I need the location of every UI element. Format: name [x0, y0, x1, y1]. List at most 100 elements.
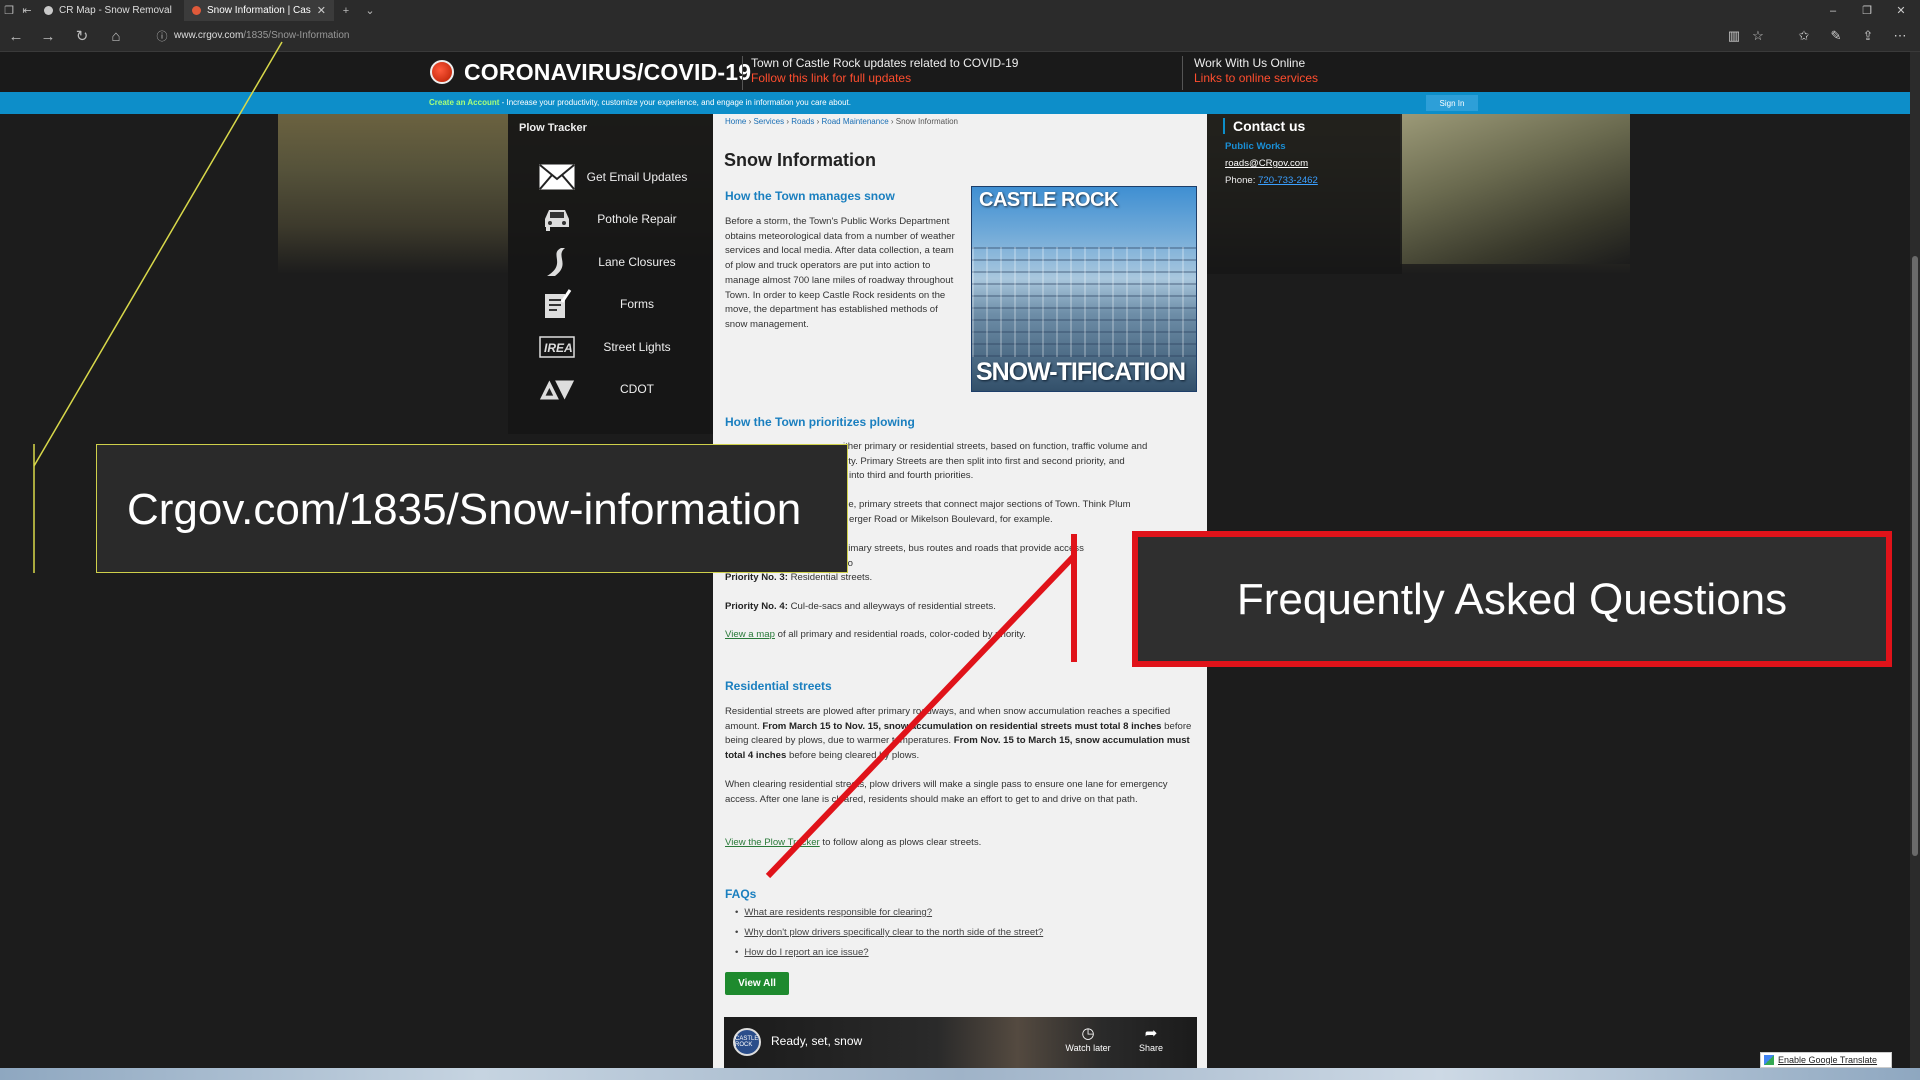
left-nav-item-pothole-repair[interactable]: Pothole Repair: [538, 202, 698, 236]
faq-item: • How do I report an ice issue?: [735, 947, 869, 958]
video-title[interactable]: Ready, set, snow: [771, 1034, 862, 1048]
prioritize-line: erger Road or Mikelson Boulevard, for ex…: [849, 513, 1053, 525]
channel-logo-icon[interactable]: CASTLE ROCK: [733, 1028, 761, 1056]
breadcrumb-roads[interactable]: Roads: [791, 117, 814, 126]
tab-actions-icon[interactable]: ❐: [0, 0, 18, 21]
prioritize-line: into third and fourth priorities.: [849, 470, 974, 482]
back-icon[interactable]: ←: [4, 25, 28, 47]
google-translate-button[interactable]: Enable Google Translate: [1760, 1052, 1892, 1068]
breadcrumb-current: Snow Information: [895, 117, 959, 126]
more-menu-icon[interactable]: ⋯: [1890, 27, 1910, 45]
tab-list-chevron-icon[interactable]: ⌄: [358, 0, 382, 21]
left-nav-panel: Plow Tracker Get Email Updates Pothole R…: [508, 114, 713, 434]
image-title-bottom: SNOW-TIFICATION: [976, 358, 1186, 386]
breadcrumb-services[interactable]: Services: [753, 117, 784, 126]
priority-3-label: Priority No. 3:: [725, 572, 788, 583]
snow-tification-image[interactable]: CASTLE ROCK SNOW-TIFICATION: [971, 186, 1197, 392]
address-bar[interactable]: www.crgov.com/1835/Snow-Information: [174, 30, 349, 41]
svg-text:IREA: IREA: [544, 341, 573, 355]
alert-dot-icon: [430, 60, 454, 84]
contact-phone: Phone: 720-733-2462: [1225, 175, 1318, 186]
breadcrumb: Home › Services › Roads › Road Maintenan…: [725, 117, 959, 126]
breadcrumb-home[interactable]: Home: [725, 117, 746, 126]
faq-callout-text: Frequently Asked Questions: [1236, 575, 1788, 624]
clock-icon: ◷: [1081, 1025, 1095, 1042]
site-info-icon[interactable]: ⓘ: [150, 25, 174, 47]
residential-paragraph-1: Residential streets are plowed after pri…: [725, 705, 1197, 764]
favorite-star-icon[interactable]: ☆: [1748, 27, 1768, 45]
view-map-line: View a map of all primary and residentia…: [725, 628, 1026, 643]
tab-close-icon[interactable]: ✕: [317, 4, 326, 17]
cdot-icon: [538, 374, 576, 404]
tab-label: CR Map - Snow Removal: [59, 5, 172, 16]
create-account-link[interactable]: Create an Account: [429, 98, 499, 107]
left-nav-label: Street Lights: [603, 340, 671, 354]
watch-later-button[interactable]: ◷ Watch later: [1058, 1025, 1118, 1053]
forward-icon[interactable]: →: [36, 25, 60, 47]
share-button[interactable]: ➦ Share: [1121, 1025, 1181, 1053]
left-nav-item-email-updates[interactable]: Get Email Updates: [538, 160, 698, 194]
favorites-list-icon[interactable]: ✩: [1794, 27, 1814, 45]
page-title: Snow Information: [724, 150, 876, 170]
minimize-icon[interactable]: –: [1816, 0, 1850, 21]
left-nav-label: CDOT: [620, 382, 654, 396]
online-services[interactable]: Work With Us Online Links to online serv…: [1182, 56, 1482, 90]
online-services-link[interactable]: Links to online services: [1194, 71, 1482, 86]
restore-icon[interactable]: ❐: [1850, 0, 1884, 21]
covid-title[interactable]: CORONAVIRUS/COVID-19: [464, 59, 751, 86]
res-bold: From March 15 to Nov. 15, snow accumulat…: [762, 720, 1162, 732]
left-nav-item-forms[interactable]: Forms: [538, 287, 698, 321]
window-close-icon[interactable]: ✕: [1884, 0, 1918, 21]
road-icon: [538, 247, 576, 277]
pen-notes-icon[interactable]: ✎: [1826, 27, 1846, 45]
contact-email-link[interactable]: roads@CRgov.com: [1225, 158, 1308, 169]
faq-item: • Why don't plow drivers specifically cle…: [735, 927, 1044, 938]
image-title-top: CASTLE ROCK: [979, 189, 1118, 211]
view-map-link[interactable]: View a map: [725, 629, 775, 640]
section-heading-faqs: FAQs: [725, 887, 757, 901]
plow-tracker-link[interactable]: Plow Tracker: [519, 122, 587, 134]
city-snow-photo: [972, 247, 1196, 357]
account-description: - Increase your productivity, customize …: [499, 98, 851, 107]
video-player[interactable]: CASTLE ROCK Ready, set, snow ◷ Watch late…: [724, 1017, 1197, 1070]
view-all-button[interactable]: View All: [725, 972, 789, 995]
google-translate-label: Enable Google Translate: [1778, 1055, 1878, 1065]
faq-link[interactable]: Why don't plow drivers specifically clea…: [744, 927, 1043, 938]
breadcrumb-road-maintenance[interactable]: Road Maintenance: [821, 117, 888, 126]
manage-paragraph: Before a storm, the Town's Public Works …: [725, 216, 955, 330]
phone-link[interactable]: 720-733-2462: [1258, 175, 1318, 186]
sign-in-button[interactable]: Sign In: [1426, 95, 1478, 111]
faq-link[interactable]: How do I report an ice issue?: [744, 947, 868, 958]
covid-updates-text: Town of Castle Rock updates related to C…: [751, 56, 1019, 70]
left-nav-label: Pothole Repair: [597, 212, 677, 226]
share-icon[interactable]: ⇪: [1858, 27, 1878, 45]
plow-tracker-text: to follow along as plows clear streets.: [819, 837, 982, 848]
scrollbar-thumb[interactable]: [1912, 256, 1918, 856]
browser-tab[interactable]: CR Map - Snow Removal: [36, 0, 184, 21]
browser-nav-bar: ← → ↻ ⌂ ⓘ www.crgov.com/1835/Snow-Inform…: [0, 21, 1920, 52]
covid-banner: CORONAVIRUS/COVID-19 Town of Castle Rock…: [0, 52, 1920, 92]
online-services-text: Work With Us Online: [1194, 56, 1306, 70]
set-tabs-aside-icon[interactable]: ⇤: [18, 0, 36, 21]
reading-view-icon[interactable]: ▥: [1724, 27, 1744, 45]
home-icon[interactable]: ⌂: [104, 25, 128, 47]
faq-item: • What are residents responsible for clea…: [735, 907, 933, 918]
covid-updates-link[interactable]: Follow this link for full updates: [751, 71, 1182, 86]
refresh-icon[interactable]: ↻: [70, 25, 94, 47]
faq-link[interactable]: What are residents responsible for clear…: [744, 907, 932, 918]
view-plow-tracker-link[interactable]: View the Plow Tracker: [725, 837, 820, 848]
left-nav-item-street-lights[interactable]: IREA Street Lights: [538, 330, 698, 364]
left-nav-label: Lane Closures: [598, 255, 676, 269]
envelope-icon: [538, 162, 576, 192]
browser-tab-active[interactable]: Snow Information | Cas ✕: [184, 0, 334, 21]
prioritize-line: rity. Primary Streets are then split int…: [843, 455, 1125, 467]
covid-updates[interactable]: Town of Castle Rock updates related to C…: [742, 56, 1182, 90]
plow-tracker-line: View the Plow Tracker to follow along as…: [725, 836, 981, 851]
left-nav-item-cdot[interactable]: CDOT: [538, 372, 698, 406]
contact-department[interactable]: Public Works: [1225, 141, 1286, 152]
left-nav-label: Get Email Updates: [586, 170, 688, 184]
section-heading-residential: Residential streets: [725, 679, 832, 693]
new-tab-icon[interactable]: +: [334, 0, 358, 21]
priority-4-label: Priority No. 4:: [725, 601, 788, 612]
left-nav-item-lane-closures[interactable]: Lane Closures: [538, 245, 698, 279]
